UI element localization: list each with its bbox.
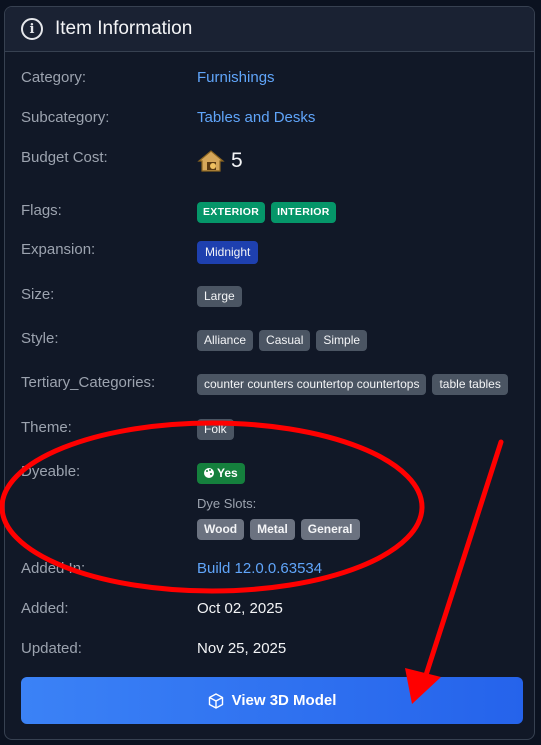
style-label: Style: [21,330,59,347]
dyeable-value: Yes [217,466,238,480]
style-badge: Casual [259,330,311,351]
theme-badge: Folk [197,419,234,440]
flags-row: Flags: EXTERIOR INTERIOR [21,202,342,223]
flags-label: Flags: [21,202,62,219]
tertiary-row: Tertiary_Categories: counter counters co… [21,374,514,395]
budget-label: Budget Cost: [21,149,108,166]
expansion-badge[interactable]: Midnight [197,241,259,264]
updated-row: Updated: Nov 25, 2025 [21,640,286,657]
style-badge: Alliance [197,330,254,351]
view-3d-model-button[interactable]: View 3D Model [21,677,523,724]
item-information-panel: i Item Information Category: Furnishings… [4,6,535,740]
added-label: Added: [21,600,69,617]
view-3d-model-label: View 3D Model [231,692,337,709]
dyeable-badge: Yes [197,463,245,484]
house-budget-icon [197,150,225,172]
added-in-row: Added In: Build 12.0.0.63534 [21,560,322,577]
panel-header: i Item Information [5,7,534,52]
tertiary-label: Tertiary_Categories: [21,374,156,391]
style-row: Style: Alliance Casual Simple [21,330,373,351]
expansion-row: Expansion: Midnight [21,241,264,264]
dye-slot-badge: Metal [250,519,295,540]
updated-date: Nov 25, 2025 [197,640,287,657]
tertiary-badge: table tables [432,374,508,395]
dye-slot-badge: Wood [197,519,245,540]
style-badge: Simple [316,330,368,351]
subcategory-label: Subcategory: [21,109,110,126]
flag-badge-exterior: EXTERIOR [197,202,266,223]
updated-label: Updated: [21,640,82,657]
subcategory-link[interactable]: Tables and Desks [197,109,315,126]
panel-title: Item Information [55,18,193,39]
dyeable-row: Dyeable: Yes Dye Slots: Wood Metal General [21,463,366,540]
dye-slots-label: Dye Slots: [197,496,257,511]
budget-number: 5 [231,149,243,172]
flag-badge-interior: INTERIOR [271,202,336,223]
dyeable-label: Dyeable: [21,463,81,480]
budget-row: Budget Cost: 5 [21,149,243,173]
expansion-label: Expansion: [21,241,96,258]
theme-label: Theme: [21,419,72,436]
info-icon: i [21,18,43,40]
tertiary-badge: counter counters countertop countertops [197,374,427,395]
theme-row: Theme: Folk [21,419,240,440]
build-link[interactable]: Build 12.0.0.63534 [197,560,322,577]
category-row: Category: Furnishings [21,69,275,86]
cube-icon [208,692,223,709]
palette-icon [204,468,214,478]
added-in-label: Added In: [21,560,86,577]
size-row: Size: Large [21,286,248,307]
added-row: Added: Oct 02, 2025 [21,600,283,617]
size-label: Size: [21,286,55,303]
dye-slot-badge: General [300,519,360,540]
added-date: Oct 02, 2025 [197,600,283,617]
subcategory-row: Subcategory: Tables and Desks [21,109,315,126]
category-label: Category: [21,69,87,86]
budget-value: 5 [197,149,243,173]
category-link[interactable]: Furnishings [197,69,275,86]
size-badge: Large [197,286,242,307]
